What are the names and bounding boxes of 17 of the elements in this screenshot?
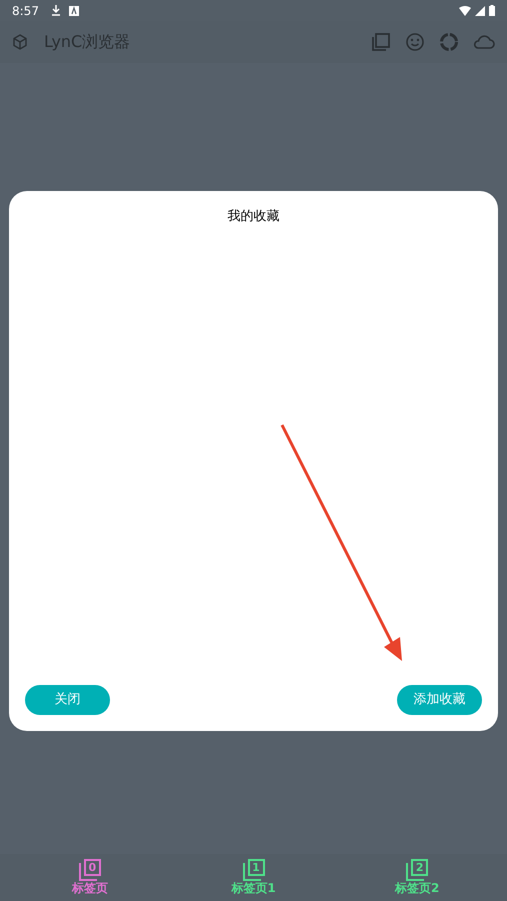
signal-icon xyxy=(475,6,485,16)
loading-ring-icon[interactable] xyxy=(439,32,459,52)
cloud-icon[interactable] xyxy=(473,34,495,50)
notification-icon xyxy=(68,6,79,16)
cube-icon[interactable] xyxy=(12,34,28,50)
bottom-tab[interactable]: 0 标签页 xyxy=(8,854,172,901)
status-time: 8:57 xyxy=(12,2,39,20)
bottom-tab[interactable]: 1 标签页1 xyxy=(172,854,336,901)
download-icon xyxy=(50,5,61,16)
copy-icon[interactable] xyxy=(371,32,391,52)
smiley-icon[interactable] xyxy=(405,32,425,52)
dialog-title: 我的收藏 xyxy=(228,208,280,226)
battery-icon xyxy=(489,5,495,16)
bottom-tab[interactable]: 2 标签页2 xyxy=(335,854,500,901)
close-button[interactable]: 关闭 xyxy=(25,685,110,715)
wifi-icon xyxy=(459,6,471,16)
add-favorite-button[interactable]: 添加收藏 xyxy=(397,685,482,715)
